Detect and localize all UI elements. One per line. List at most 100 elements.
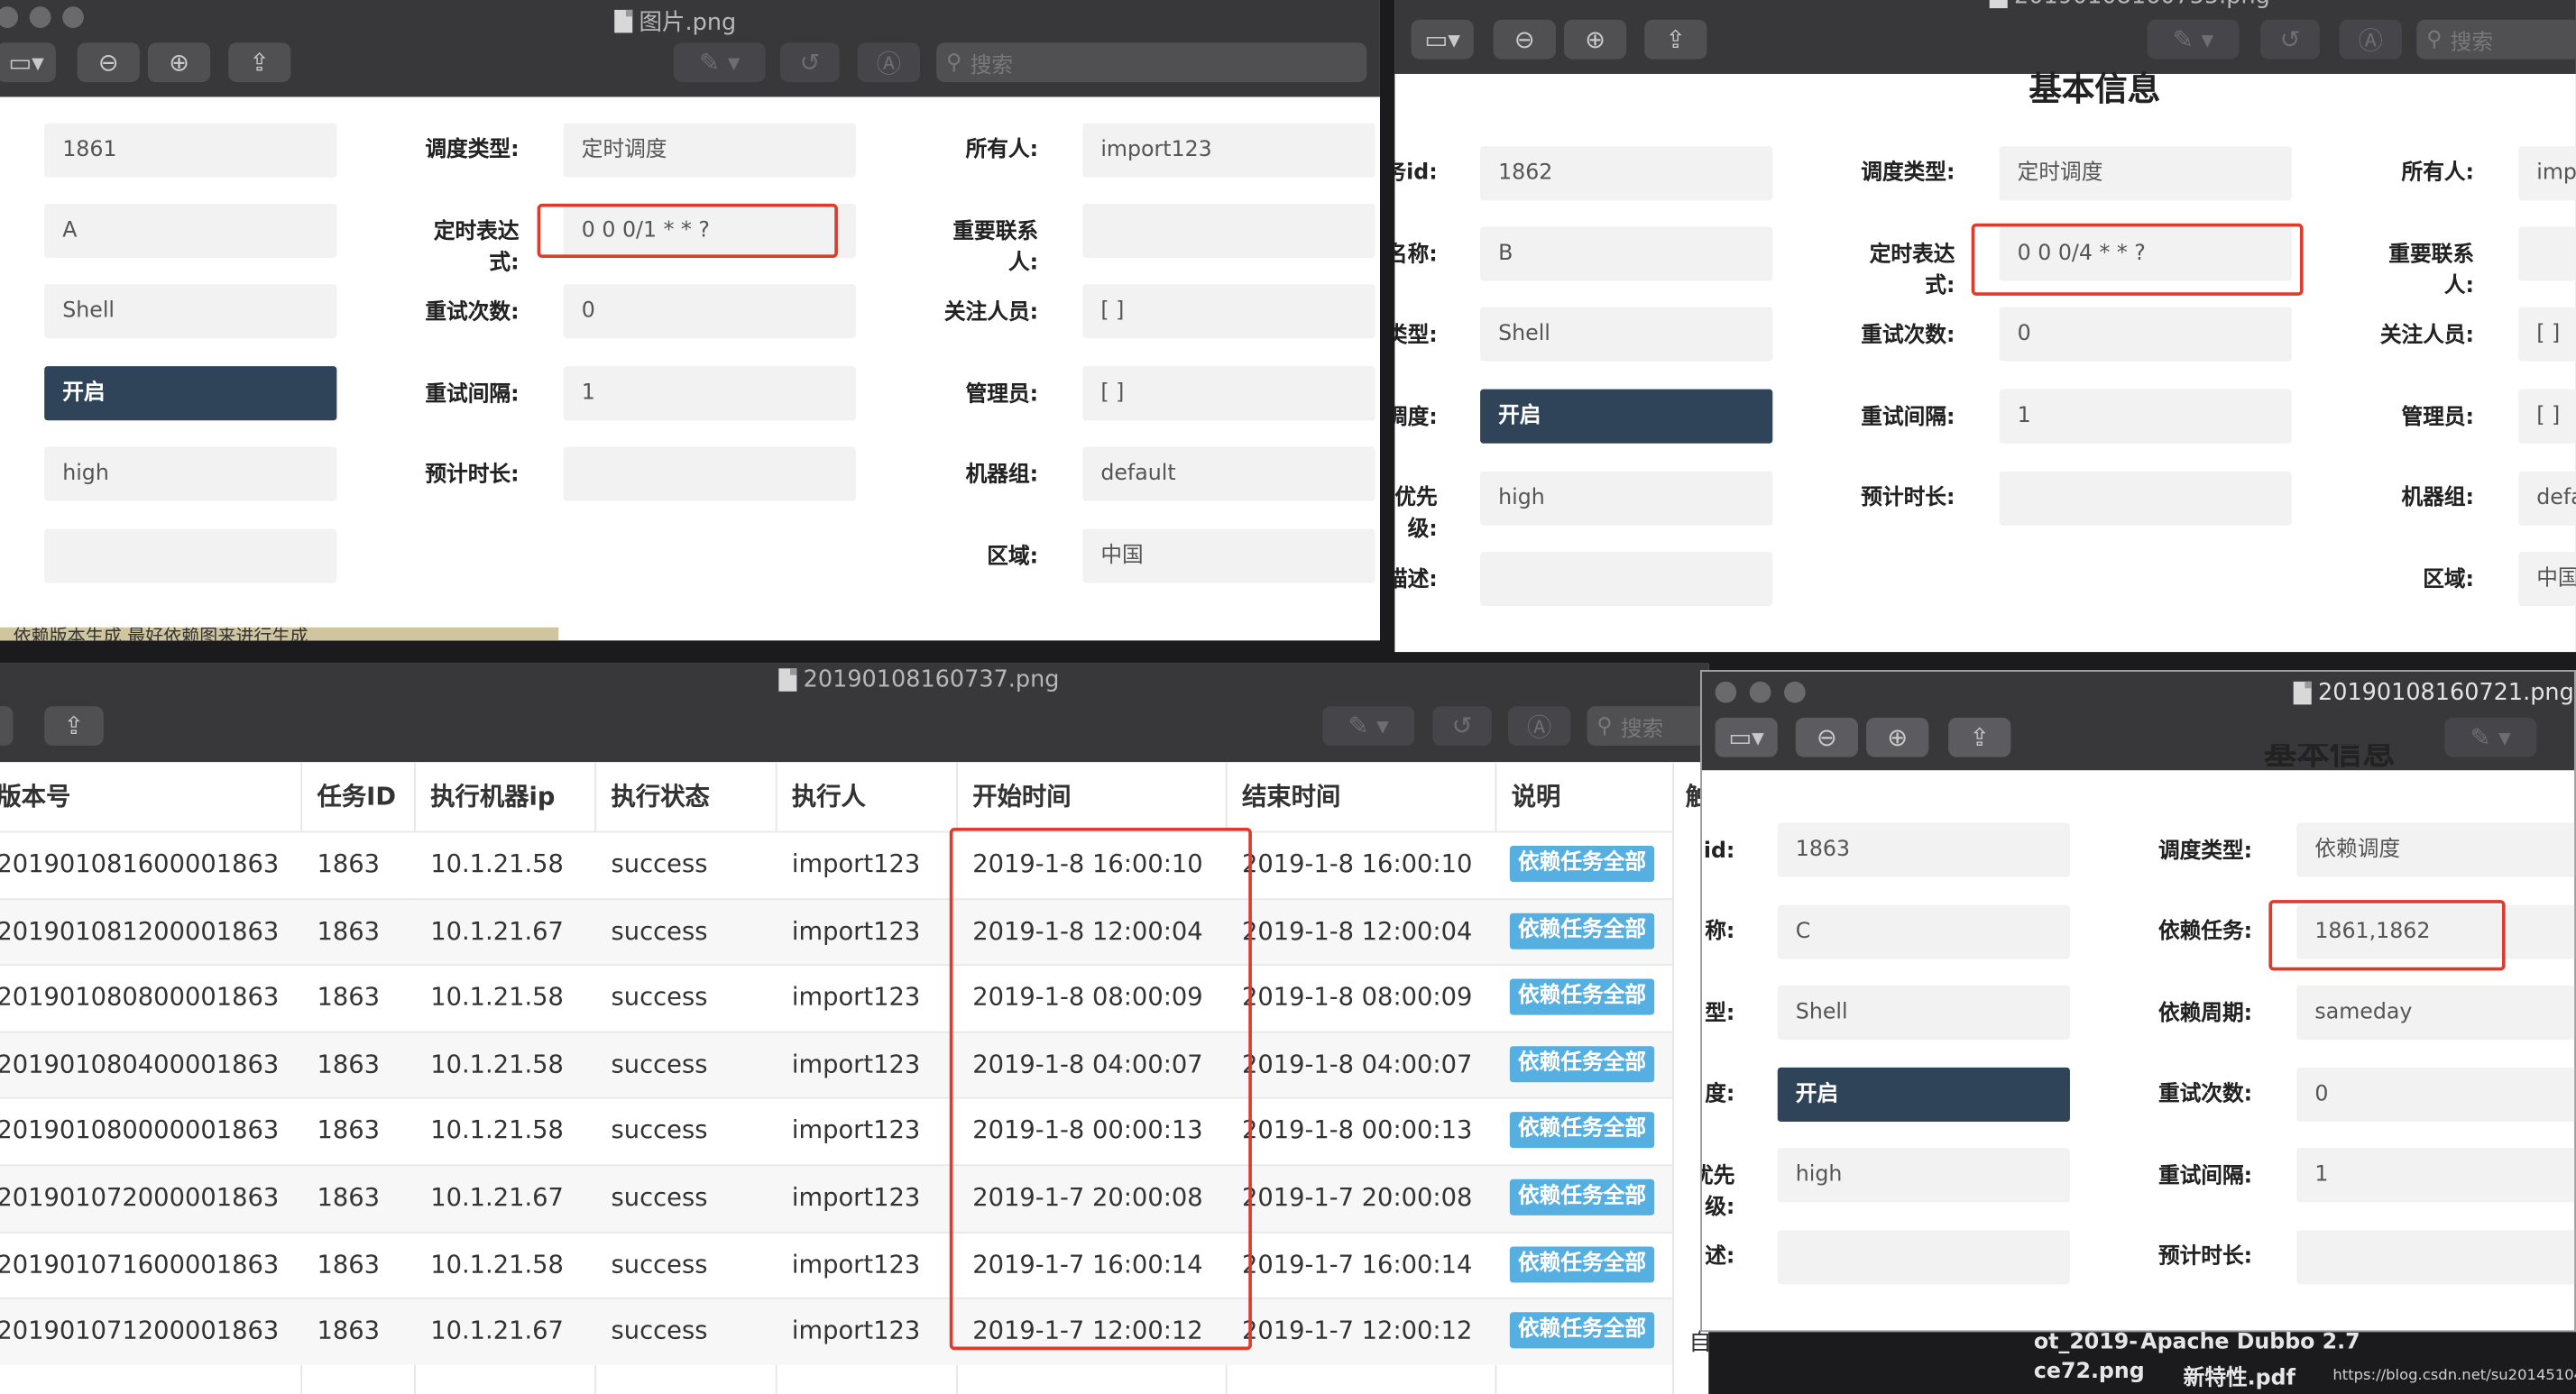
task-id-field: 1862 xyxy=(1480,146,1773,201)
col-divider xyxy=(1672,830,1675,898)
share-button[interactable]: ⇪ xyxy=(1948,717,2011,757)
share-icon: ⇪ xyxy=(63,711,85,741)
table-cell: import123 xyxy=(791,1049,921,1079)
notes-badge[interactable]: 依赖任务全部 xyxy=(1509,912,1655,949)
markup-button[interactable]: Ⓐ xyxy=(2339,19,2402,60)
col-header-version: 版本号 xyxy=(0,781,71,812)
retry-count-field: 0 xyxy=(2296,1067,2575,1123)
table-cell: success xyxy=(611,1049,708,1079)
machine-group-label: 机器组: xyxy=(965,463,1039,488)
cron-highlight-box xyxy=(537,203,838,258)
zoom-button[interactable] xyxy=(1784,681,1806,703)
table-cell: import123 xyxy=(791,915,921,946)
rotate-button[interactable]: ↺ xyxy=(1432,706,1492,746)
search-input[interactable]: ⚲ 搜索 xyxy=(936,42,1367,83)
zoom-out-button[interactable]: ⊖ xyxy=(77,42,140,83)
retry-interval-field: 1 xyxy=(2296,1148,2575,1203)
markup-pen-button[interactable]: ✎ ▾ xyxy=(2147,19,2240,60)
zoom-in-button[interactable]: ⊕ xyxy=(1866,717,1929,757)
estimated-duration-field xyxy=(1999,471,2292,526)
notes-badge[interactable]: 依赖任务全部 xyxy=(1509,1045,1655,1082)
markup-button[interactable]: Ⓐ xyxy=(1508,706,1571,746)
zoom-out-icon: ⊖ xyxy=(1816,722,1837,753)
zoom-in-button[interactable]: ⊕ xyxy=(147,42,211,83)
zoom-out-button[interactable]: ⊖ xyxy=(1493,19,1556,60)
rotate-button[interactable]: ↺ xyxy=(2260,19,2320,60)
table-cell: import123 xyxy=(791,1316,921,1346)
schedule-type-label: 调度类型: xyxy=(2157,839,2253,865)
retry-interval-label: 重试间隔: xyxy=(425,382,520,408)
close-button[interactable] xyxy=(0,6,19,28)
rotate-button[interactable]: ↺ xyxy=(780,42,840,83)
col-header-notes: 说明 xyxy=(1511,781,1561,812)
notes-badge[interactable]: 依赖任务全部 xyxy=(1509,1245,1655,1282)
notes-badge[interactable]: 依赖任务全部 xyxy=(1509,1178,1655,1215)
notes-badge[interactable]: 依赖任务全部 xyxy=(1509,1312,1655,1349)
search-input[interactable]: ⚲ 搜索 xyxy=(2416,19,2576,60)
minimize-button[interactable] xyxy=(1749,681,1771,703)
search-icon: ⚲ xyxy=(946,50,962,75)
col-header-end-time: 结束时间 xyxy=(1241,781,1341,812)
zoom-out-button[interactable]: ⊖ xyxy=(1795,717,1859,757)
table-cell: success xyxy=(611,982,708,1013)
search-placeholder: 搜索 xyxy=(2450,30,2494,56)
section-heading: 基本信息 xyxy=(2029,69,2161,109)
share-button[interactable]: ⇪ xyxy=(1644,19,1707,60)
pen-icon: ✎ ▾ xyxy=(2172,24,2214,55)
notes-badge[interactable]: 依赖任务全部 xyxy=(1509,1112,1655,1149)
markup-pen-button[interactable]: ✎ ▾ xyxy=(1322,706,1415,746)
share-button[interactable]: ⇪ xyxy=(228,42,291,83)
table-cell: 1863 xyxy=(317,848,381,879)
retry-interval-field: 1 xyxy=(1999,389,2292,444)
important-contact-label: 重要联系 人: xyxy=(952,220,1039,276)
execution-history-table: 版本号 任务ID 执行机器ip 执行状态 执行人 开始时间 结束时间 说明 触 … xyxy=(0,762,1708,1394)
close-button[interactable] xyxy=(1715,681,1737,703)
schedule-label: 度: xyxy=(1705,1082,1735,1107)
markup-pen-button[interactable]: ✎ ▾ xyxy=(673,42,766,83)
schedule-enabled-field[interactable]: 开启 xyxy=(1480,389,1773,444)
section-heading: 基本信息 xyxy=(2263,744,2396,771)
retry-count-label: 重试次数: xyxy=(2157,1082,2253,1107)
col-divider xyxy=(1672,1231,1675,1298)
window-1-toolbar: 图片.png ▭▾ ⊖ ⊕ ⇪ ✎ ▾ ↺ Ⓐ ⚲ 搜索 xyxy=(0,0,1380,97)
desktop-canvas: 图片.png ▭▾ ⊖ ⊕ ⇪ ✎ ▾ ↺ Ⓐ ⚲ 搜索 1861 A Shel… xyxy=(0,0,2576,1394)
table-cell: import123 xyxy=(791,1249,921,1279)
owner-label: 所有人: xyxy=(965,137,1039,163)
table-cell: 10.1.21.67 xyxy=(430,915,564,946)
retry-count-field: 0 xyxy=(563,284,856,339)
zoom-in-button[interactable]: ⊕ xyxy=(0,706,14,746)
schedule-enabled-field[interactable]: 开启 xyxy=(1777,1067,2070,1123)
task-type-field: Shell xyxy=(44,284,337,339)
table-cell: 201901081600001863 xyxy=(0,848,280,879)
followers-label: 关注人员: xyxy=(943,300,1039,326)
markup-pen-button[interactable]: ✎ ▾ xyxy=(2444,717,2537,757)
notes-badge[interactable]: 依赖任务全部 xyxy=(1509,846,1655,883)
pen-icon: ✎ ▾ xyxy=(1348,711,1389,741)
table-cell: success xyxy=(611,848,708,879)
zoom-button[interactable] xyxy=(62,6,84,28)
task-type-label: 型: xyxy=(1705,1002,1735,1027)
markup-button[interactable]: Ⓐ xyxy=(857,42,920,83)
col-header-start-time: 开始时间 xyxy=(972,781,1072,812)
markup-icon: Ⓐ xyxy=(1526,711,1552,742)
zoom-in-icon: ⊕ xyxy=(1585,24,1606,55)
sidebar-toggle-button[interactable]: ▭▾ xyxy=(0,42,56,83)
col-divider xyxy=(1672,964,1675,1032)
search-icon: ⚲ xyxy=(2426,27,2443,52)
table-cell: 10.1.21.58 xyxy=(430,982,564,1013)
search-input[interactable]: ⚲ 搜索 xyxy=(1587,706,1709,746)
zoom-in-button[interactable]: ⊕ xyxy=(1563,19,1627,60)
minimize-button[interactable] xyxy=(29,6,51,28)
table-cell: 2019-1-8 04:00:07 xyxy=(1241,1049,1473,1079)
rotate-icon: ↺ xyxy=(1451,711,1473,741)
sidebar-toggle-button[interactable]: ▭▾ xyxy=(1411,19,1474,60)
sidebar-toggle-button[interactable]: ▭▾ xyxy=(1715,717,1778,757)
retry-count-label: 重试次数: xyxy=(425,300,520,326)
preview-window-2: 20190108160755.png ▭▾ ⊖ ⊕ ⇪ ✎ ▾ ↺ Ⓐ ⚲ 搜索… xyxy=(1394,0,2576,653)
search-placeholder: 搜索 xyxy=(970,53,1013,78)
notes-badge[interactable]: 依赖任务全部 xyxy=(1509,978,1655,1015)
region-label: 区域: xyxy=(987,545,1039,571)
share-button[interactable]: ⇪ xyxy=(44,706,104,746)
schedule-enabled-field[interactable]: 开启 xyxy=(44,366,337,421)
window-title: 20190108160721.png xyxy=(2293,680,2574,706)
